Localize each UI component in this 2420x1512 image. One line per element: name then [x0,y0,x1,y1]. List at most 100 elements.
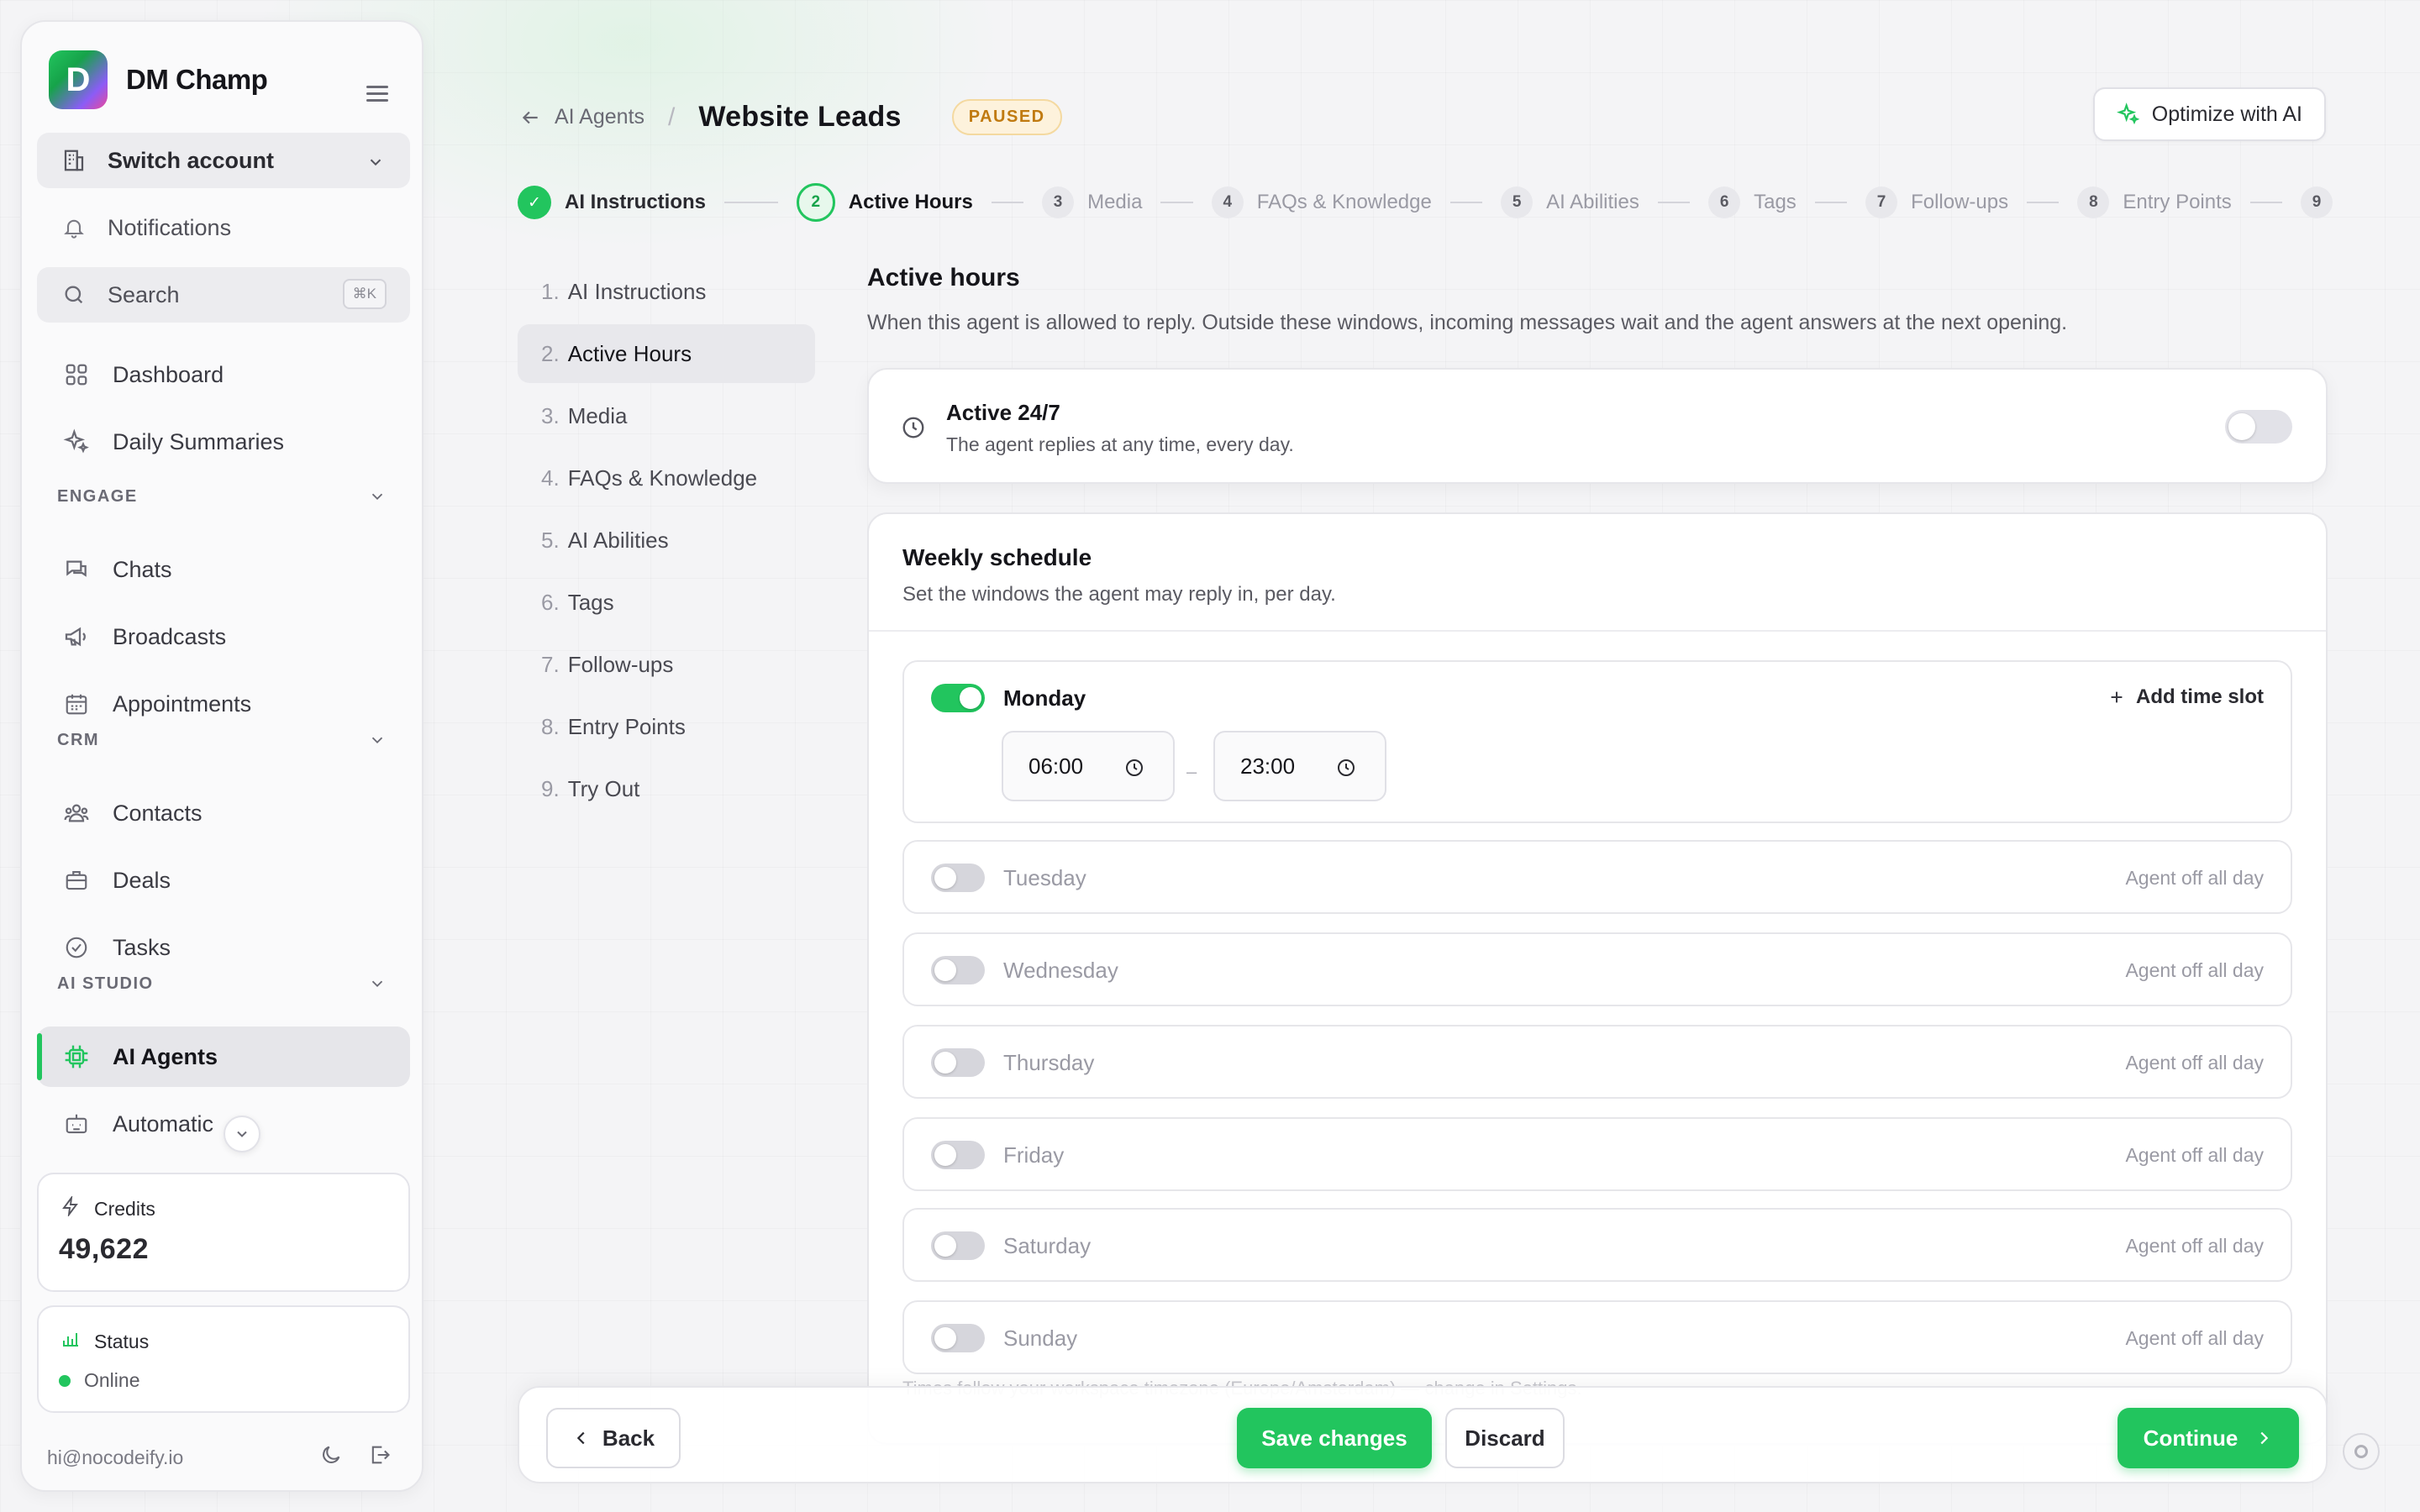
bolt-icon [60,1194,81,1221]
search-icon [60,281,87,308]
nav-item-tasks[interactable]: Tasks [37,917,410,978]
step-active-hours[interactable]: 2 Active Hours [796,183,973,222]
day-toggle-tuesday[interactable] [931,864,985,892]
help-icon [2354,1445,2368,1458]
nav-item-label: Tasks [113,934,171,960]
step-connector [1814,202,1848,203]
bell-icon [60,214,87,241]
notifications-label: Notifications [108,214,232,240]
day-name: Sunday [1003,1325,1078,1351]
users-icon [62,799,91,827]
progress-stepper: ✓ AI Instructions 2 Active Hours 3 Media… [518,183,2333,222]
credits-label: Credits [60,1194,155,1221]
day-off-label: Agent off all day [2125,1326,2264,1349]
day-off-label: Agent off all day [2125,1143,2264,1166]
day-toggle-monday[interactable] [931,684,985,712]
step-follow-ups[interactable]: 7 Follow-ups [1865,186,2008,218]
logout-icon[interactable] [368,1443,392,1471]
chevron-down-icon[interactable] [368,487,387,510]
add-time-slot-button[interactable]: Add time slot [2107,685,2264,709]
megaphone-icon [62,622,91,651]
clock-icon [1126,759,1143,776]
section-item-follow-ups[interactable]: 7. Follow-ups [518,635,815,694]
calendar-icon [62,690,91,718]
nav-item-ai-agents[interactable]: AI Agents [37,1026,410,1087]
end-time-input[interactable]: 23:00 [1213,731,1386,801]
day-toggle-thursday[interactable] [931,1048,985,1077]
continue-button[interactable]: Continue [2118,1408,2299,1468]
day-toggle-wednesday[interactable] [931,956,985,984]
notifications-button[interactable]: Notifications [37,200,410,255]
nav-item-label: Automatic [113,1110,214,1137]
step-faqs-knowledge[interactable]: 4 FAQs & Knowledge [1211,186,1432,218]
active-24-7-card: Active 24/7 The agent replies at any tim… [867,368,2328,484]
step-try-out[interactable]: 9 [2301,186,2333,218]
section-item-media[interactable]: 3. Media [518,386,815,445]
help-button[interactable] [2343,1433,2380,1470]
day-toggle-saturday[interactable] [931,1231,985,1260]
menu-icon[interactable] [366,86,388,102]
weekly-schedule-title: Weekly schedule [902,544,1092,570]
section-item-entry-points[interactable]: 8. Entry Points [518,697,815,756]
brand[interactable]: D DM Champ [49,50,268,109]
nav-item-label: Broadcasts [113,623,227,649]
robot-icon [62,1110,91,1138]
switch-account-label: Switch account [108,147,275,173]
search-shortcut: ⌘K [342,279,387,309]
step-ai-instructions[interactable]: ✓ AI Instructions [518,186,706,219]
nav-item-label: Appointments [113,690,252,717]
optimize-with-ai-button[interactable]: Optimize with AI [2092,87,2326,141]
step-tags[interactable]: 6 Tags [1708,186,1797,218]
section-item-active-hours[interactable]: 2. Active Hours [518,324,815,383]
switch-account-button[interactable]: Switch account [37,133,410,188]
nav-item-broadcasts[interactable]: Broadcasts [37,606,410,667]
section-list: 1. AI Instructions 2. Active Hours 3. Media… [518,262,815,822]
section-item-ai-instructions[interactable]: 1. AI Instructions [518,262,815,321]
nav-item-dashboard[interactable]: Dashboard [37,344,410,405]
back-to-agents-link[interactable]: AI Agents [519,105,644,129]
section-item-try-out[interactable]: 9. Try Out [518,759,815,818]
moon-icon[interactable] [319,1443,343,1471]
grid-icon [62,360,91,389]
back-button[interactable]: Back [546,1408,681,1468]
breadcrumb: AI Agents / Website Leads PAUSED [519,99,1062,135]
chevron-down-icon [366,151,385,177]
discard-button[interactable]: Discard [1445,1408,1565,1468]
nav-item-daily-summaries[interactable]: Daily Summaries [37,412,410,472]
chevron-down-icon[interactable] [368,974,387,997]
chevron-down-icon[interactable] [368,731,387,753]
nav-item-appointments[interactable]: Appointments [37,674,410,734]
time-separator: – [1186,761,1197,782]
active-24-7-subtitle: The agent replies at any time, every day… [946,433,1294,455]
day-row-thursday: Thursday Agent off all day [902,1025,2292,1099]
search-label: Search [108,281,180,307]
scroll-down-button[interactable] [224,1116,260,1152]
nav-item-contacts[interactable]: Contacts [37,783,410,843]
active-24-7-toggle[interactable] [2225,410,2292,444]
day-toggle-sunday[interactable] [931,1324,985,1352]
nav-item-deals[interactable]: Deals [37,850,410,911]
nav-item-chats[interactable]: Chats [37,539,410,600]
step-entry-points[interactable]: 8 Entry Points [2077,186,2232,218]
step-ai-abilities[interactable]: 5 AI Abilities [1501,186,1639,218]
chevron-right-icon [2260,1431,2269,1445]
step-connector [1657,202,1691,203]
day-off-label: Agent off all day [2125,1051,2264,1074]
check-icon: ✓ [518,186,551,219]
nav-item-automations[interactable]: Automatic [37,1094,410,1154]
start-time-input[interactable]: 06:00 [1002,731,1175,801]
sidebar: D DM Champ Switch account Notifications … [20,20,424,1492]
status-value: Online [59,1369,139,1392]
step-media[interactable]: 3 Media [1042,186,1142,218]
breadcrumb-separator: / [668,102,676,131]
day-toggle-friday[interactable] [931,1141,985,1169]
save-changes-button[interactable]: Save changes [1237,1408,1432,1468]
building-icon [60,147,87,174]
section-item-faqs-knowledge[interactable]: 4. FAQs & Knowledge [518,449,815,507]
chat-icon [62,555,91,584]
user-email: hi@nocodeify.io [47,1446,184,1468]
section-item-tags[interactable]: 6. Tags [518,573,815,632]
search-input[interactable]: Search ⌘K [37,267,410,323]
section-item-ai-abilities[interactable]: 5. AI Abilities [518,511,815,570]
day-off-label: Agent off all day [2125,958,2264,981]
